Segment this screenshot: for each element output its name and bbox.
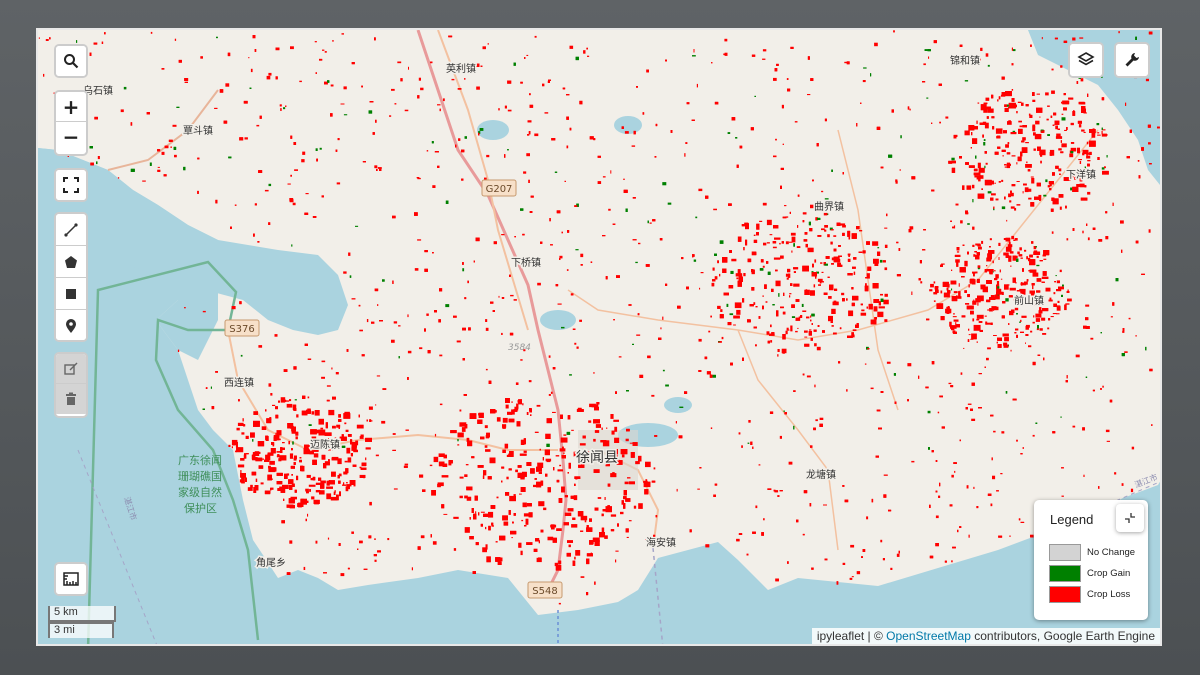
legend-label: Crop Gain <box>1087 568 1131 579</box>
layers-icon[interactable] <box>1070 44 1102 76</box>
legend-swatch <box>1049 565 1081 582</box>
place-long-tang: 龙塘镇 <box>806 468 836 481</box>
legend-item-no-change: No Change <box>1049 544 1135 561</box>
scale-imperial: 3 mi <box>48 622 114 638</box>
legend-panel: Legend No Change Crop Gain Crop Loss <box>1034 500 1148 620</box>
legend-swatch <box>1049 586 1081 603</box>
legend-swatch <box>1049 544 1081 561</box>
edit-toolbar[interactable] <box>54 352 88 418</box>
rectangle-icon[interactable] <box>56 278 86 310</box>
scale-metric: 5 km <box>48 606 116 622</box>
svg-text:S376: S376 <box>229 324 254 335</box>
delete-icon[interactable] <box>56 384 86 414</box>
legend-collapse-button[interactable] <box>1116 504 1144 532</box>
place-xia-qiao: 下桥镇 <box>511 256 541 269</box>
wrench-icon[interactable] <box>1116 44 1148 76</box>
legend-label: Crop Loss <box>1087 589 1131 600</box>
search-icon[interactable] <box>56 46 86 76</box>
marker-icon[interactable] <box>56 310 86 340</box>
map-view[interactable]: G207 S376 S548 3584 乌石镇 英利镇 锦和镇 覃斗镇 下洋镇 … <box>36 28 1162 646</box>
place-xia-yang: 下洋镇 <box>1066 168 1096 181</box>
tools-control[interactable] <box>1114 42 1150 78</box>
place-mai-chen: 迈陈镇 <box>310 438 340 451</box>
edit-icon[interactable] <box>56 354 86 384</box>
draw-toolbar[interactable] <box>54 212 88 342</box>
reserve-label-4: 保护区 <box>184 501 217 515</box>
polyline-icon[interactable] <box>56 214 86 246</box>
attribution: ipyleaflet | © OpenStreetMap contributor… <box>811 628 1160 644</box>
layers-control[interactable] <box>1068 42 1104 78</box>
place-xu-wen: 徐闻县 <box>576 450 618 466</box>
place-jin-he: 锦和镇 <box>950 54 980 67</box>
legend-label: No Change <box>1087 547 1136 558</box>
attribution-suffix: contributors, Google Earth Engine <box>970 629 1155 643</box>
zoom-in-button[interactable]: + <box>56 92 86 122</box>
road-shield-s376: S376 <box>224 319 260 337</box>
basemap: G207 S376 S548 3584 乌石镇 英利镇 锦和镇 覃斗镇 下洋镇 … <box>38 30 1160 644</box>
polygon-icon[interactable] <box>56 246 86 278</box>
place-qu-jie: 曲界镇 <box>814 200 844 213</box>
road-shield-s548: S548 <box>527 581 563 599</box>
place-jiao-wei: 角尾乡 <box>256 557 286 569</box>
search-control[interactable] <box>54 44 88 78</box>
fullscreen-icon[interactable] <box>56 170 86 200</box>
place-hai-an: 海安镇 <box>646 536 676 549</box>
osm-link[interactable]: OpenStreetMap <box>886 629 971 643</box>
zoom-out-button[interactable]: − <box>56 122 86 152</box>
reserve-label-1: 广东徐闻 <box>178 453 222 467</box>
place-xi-lian: 西连镇 <box>224 376 254 389</box>
legend-item-crop-gain: Crop Gain <box>1049 565 1130 582</box>
measure-control[interactable] <box>54 562 88 596</box>
place-qu-dou: 覃斗镇 <box>183 124 213 137</box>
attribution-prefix: ipyleaflet | © <box>816 629 887 643</box>
legend-title: Legend <box>1050 512 1094 527</box>
legend-item-crop-loss: Crop Loss <box>1049 586 1130 603</box>
collapse-icon <box>1125 513 1135 523</box>
place-ying-li: 英利镇 <box>446 62 476 75</box>
fullscreen-control[interactable] <box>54 168 88 202</box>
svg-text:G207: G207 <box>486 184 513 195</box>
reserve-label-2: 珊瑚礁国 <box>178 469 222 483</box>
admin-label-west: 湛江市 <box>122 496 139 522</box>
road-shield-g207: G207 <box>481 179 517 197</box>
reserve-label-3: 家级自然 <box>178 485 222 499</box>
ruler-icon[interactable] <box>56 564 86 594</box>
road-label-3584: 3584 <box>508 343 531 353</box>
place-qian-shan: 前山镇 <box>1014 294 1044 307</box>
svg-text:S548: S548 <box>532 586 557 597</box>
zoom-control[interactable]: + − <box>54 90 88 156</box>
